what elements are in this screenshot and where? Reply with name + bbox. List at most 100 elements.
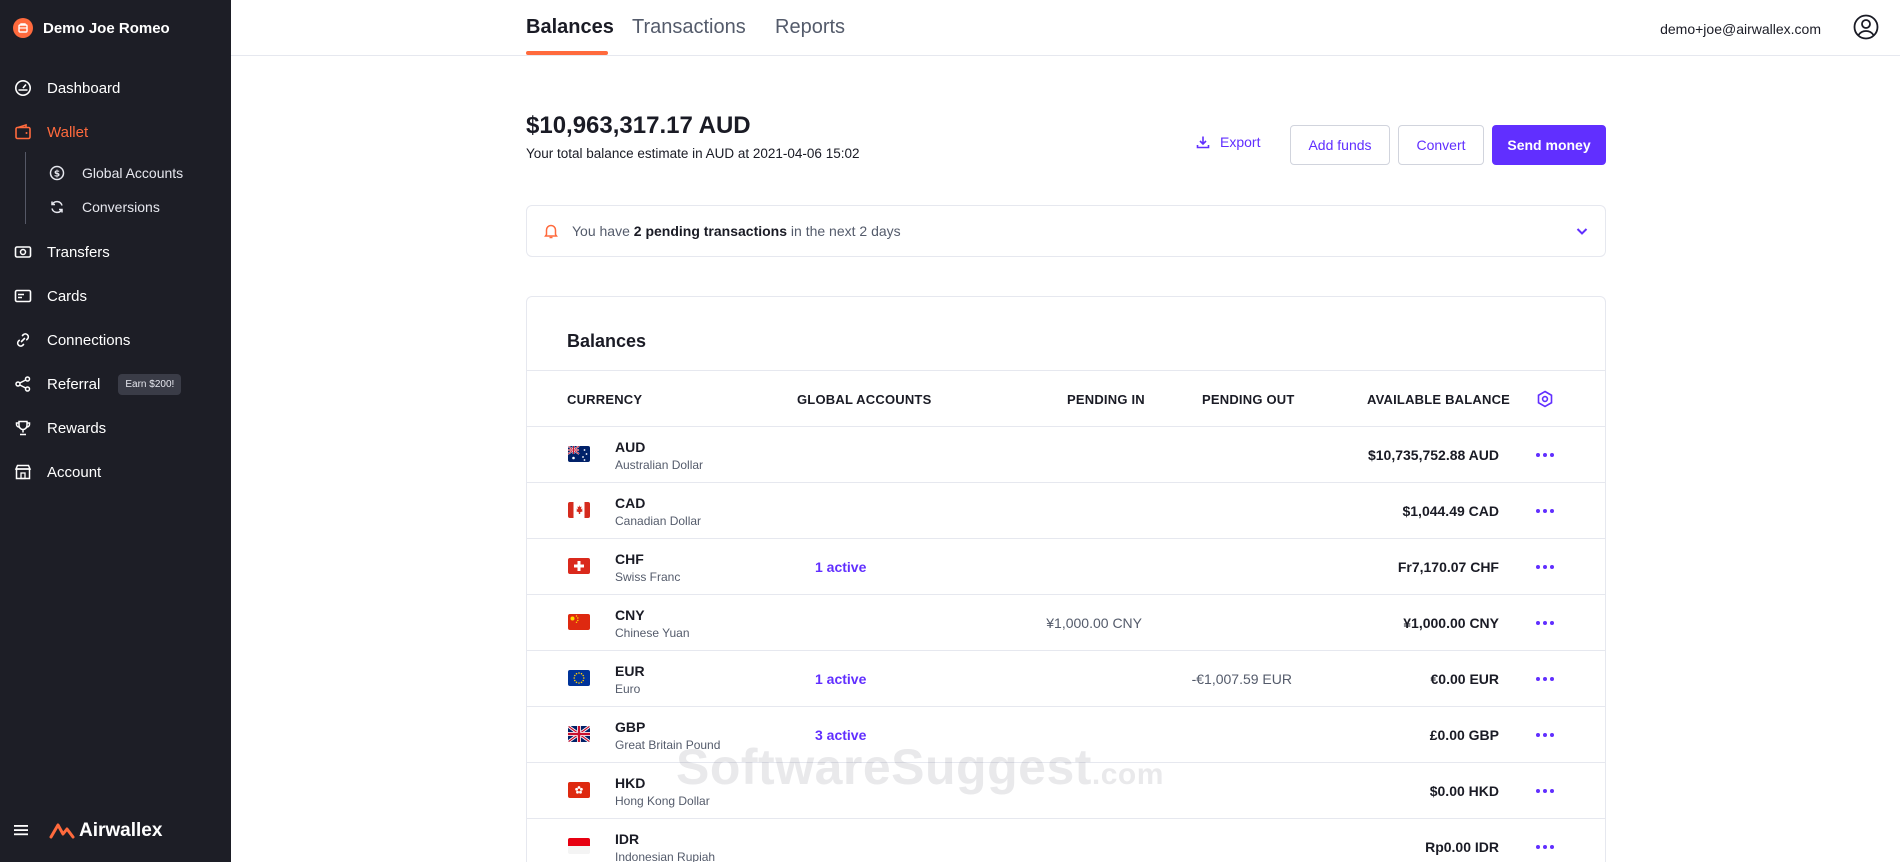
currency-code: AUD [615, 439, 646, 455]
convert-button[interactable]: Convert [1398, 125, 1484, 165]
hamburger-menu-icon[interactable] [14, 820, 30, 842]
org-switcher[interactable]: Demo Joe Romeo [13, 17, 170, 39]
trophy-icon [14, 419, 32, 437]
wallet-icon [14, 123, 32, 141]
balances-title: Balances [567, 331, 647, 351]
more-actions-icon[interactable] [1536, 561, 1554, 573]
more-actions-icon[interactable] [1536, 673, 1554, 685]
currency-code: CNY [615, 607, 645, 623]
flag-au-icon [568, 446, 590, 462]
sidebar-item-label: Referral [47, 375, 101, 393]
balances-card: Balances CURRENCY GLOBAL ACCOUNTS PENDIN… [526, 296, 1606, 862]
dollar-circle-icon: $ [49, 165, 65, 181]
available-balance-value: $1,044.49 CAD [1402, 503, 1499, 519]
table-row[interactable]: GBP Great Britain Pound 3 active £0.00 G… [527, 707, 1605, 763]
flag-eu-icon [568, 670, 590, 686]
download-icon [1196, 135, 1210, 149]
table-row[interactable]: CAD Canadian Dollar $1,044.49 CAD [527, 483, 1605, 539]
gear-icon[interactable] [1536, 390, 1554, 408]
more-actions-icon[interactable] [1536, 729, 1554, 741]
user-email: demo+joe@airwallex.com [1660, 21, 1821, 37]
more-actions-icon[interactable] [1536, 449, 1554, 461]
available-balance-value: $0.00 HKD [1429, 783, 1499, 799]
bell-icon [544, 223, 558, 239]
sidebar-item-label: Connections [47, 331, 131, 349]
global-accounts-link[interactable]: 3 active [815, 727, 866, 743]
user-avatar-icon[interactable] [1853, 14, 1879, 40]
currency-code: IDR [615, 831, 640, 847]
flag-hk-icon [568, 782, 590, 798]
col-currency: CURRENCY [567, 392, 643, 407]
more-actions-icon[interactable] [1536, 785, 1554, 797]
balances-table-header: CURRENCY GLOBAL ACCOUNTS PENDING IN PEND… [527, 370, 1605, 427]
table-row[interactable]: HKD Hong Kong Dollar $0.00 HKD [527, 763, 1605, 819]
chevron-down-icon[interactable] [1575, 224, 1589, 238]
sidebar-subitem-label: Conversions [82, 199, 160, 215]
top-nav: Balances Transactions Reports demo+joe@a… [231, 0, 1900, 56]
available-balance-value: ¥1,000.00 CNY [1403, 615, 1499, 631]
sidebar-item-transfers[interactable]: Transfers [14, 240, 110, 264]
tab-transactions[interactable]: Transactions [632, 16, 746, 39]
tab-reports[interactable]: Reports [775, 16, 845, 39]
export-button[interactable]: Export [1196, 134, 1260, 150]
sidebar-subitem-conversions[interactable]: Conversions [49, 196, 160, 218]
table-row[interactable]: AUD Australian Dollar $10,735,752.88 AUD [527, 427, 1605, 483]
more-actions-icon[interactable] [1536, 505, 1554, 517]
available-balance-value: $10,735,752.88 AUD [1367, 447, 1499, 463]
sidebar-subitem-global-accounts[interactable]: $ Global Accounts [49, 162, 183, 184]
sidebar-item-wallet[interactable]: Wallet [14, 120, 88, 144]
currency-name: Canadian Dollar [615, 514, 702, 528]
table-row[interactable]: CNY Chinese Yuan ¥1,000.00 CNY ¥1,000.00… [527, 595, 1605, 651]
sidebar-item-dashboard[interactable]: Dashboard [14, 76, 120, 100]
referral-badge: Earn $200! [118, 373, 182, 395]
global-accounts-link[interactable]: 1 active [815, 559, 866, 575]
currency-code: EUR [615, 663, 645, 679]
currency-code: CAD [615, 495, 646, 511]
currency-name: Euro [615, 682, 641, 696]
col-available-balance: AVAILABLE BALANCE [1367, 392, 1511, 407]
pending-out-value: -€1,007.59 EUR [1191, 671, 1292, 687]
flag-ca-icon [568, 502, 590, 518]
sidebar-item-rewards[interactable]: Rewards [14, 416, 106, 440]
link-icon [14, 331, 32, 349]
active-tab-indicator [526, 51, 608, 55]
total-balance-subtitle: Your total balance estimate in AUD at 20… [526, 146, 860, 161]
dashboard-icon [14, 79, 32, 97]
more-actions-icon[interactable] [1536, 617, 1554, 629]
sidebar-item-label: Wallet [47, 123, 89, 141]
pending-text: You have 2 pending transactions in the n… [572, 223, 901, 239]
send-money-button[interactable]: Send money [1492, 125, 1606, 165]
currency-code: GBP [615, 719, 646, 735]
tab-balances[interactable]: Balances [526, 16, 614, 39]
sidebar-item-connections[interactable]: Connections [14, 328, 130, 352]
sidebar-item-label: Account [47, 463, 102, 481]
building-icon [14, 463, 32, 481]
sidebar-item-label: Cards [47, 287, 88, 305]
global-accounts-link[interactable]: 1 active [815, 671, 866, 687]
transfers-icon [14, 243, 32, 261]
currency-name: Australian Dollar [615, 458, 704, 472]
table-row[interactable]: EUR Euro 1 active -€1,007.59 EUR €0.00 E… [527, 651, 1605, 707]
sidebar-item-account[interactable]: Account [14, 460, 101, 484]
available-balance-value: Fr7,170.07 CHF [1397, 559, 1499, 575]
sidebar-item-label: Transfers [47, 243, 110, 261]
col-global-accounts: GLOBAL ACCOUNTS [797, 392, 932, 407]
sidebar-subitem-label: Global Accounts [82, 165, 184, 181]
currency-name: Great Britain Pound [615, 738, 721, 752]
available-balance-value: £0.00 GBP [1429, 727, 1499, 743]
export-label: Export [1220, 134, 1261, 150]
sidebar-item-referral[interactable]: Referral Earn $200! [14, 372, 182, 396]
subnav-divider [25, 152, 26, 224]
available-balance-value: €0.00 EUR [1430, 671, 1499, 687]
pending-transactions-banner[interactable]: You have 2 pending transactions in the n… [526, 205, 1606, 257]
add-funds-button[interactable]: Add funds [1290, 125, 1390, 165]
flag-ch-icon [568, 558, 590, 574]
currency-name: Swiss Franc [615, 570, 681, 584]
sidebar-item-cards[interactable]: Cards [14, 284, 87, 308]
flag-gb-icon [568, 726, 590, 742]
table-row[interactable]: CHF Swiss Franc 1 active Fr7,170.07 CHF [527, 539, 1605, 595]
table-row[interactable]: IDR Indonesian Rupiah Rp0.00 IDR [527, 819, 1605, 862]
currency-code: CHF [615, 551, 644, 567]
col-pending-in: PENDING IN [1067, 392, 1145, 407]
more-actions-icon[interactable] [1536, 841, 1554, 853]
